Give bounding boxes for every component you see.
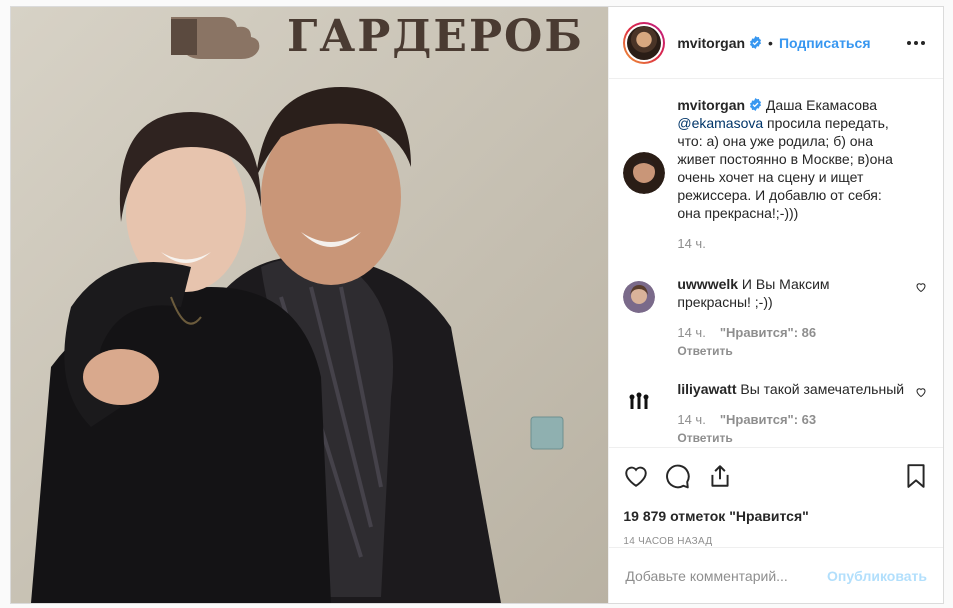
comment-reply-button[interactable]: Ответить [677,431,905,445]
caption-username[interactable]: mvitorgan [677,97,745,113]
comment-body: uwwwelk И Вы Максим прекрасны! ;-)) 14 ч… [677,275,927,358]
comment-username[interactable]: liliyawatt [677,381,736,397]
caption-text-start: Даша Екамасова [762,97,878,113]
follow-button[interactable]: Подписаться [779,35,871,51]
bookmark-icon[interactable] [903,463,929,489]
comment-reply-button[interactable]: Ответить [677,344,905,358]
post-header: mvitorgan • Подписаться [609,7,943,79]
comment-avatar[interactable] [623,386,656,418]
comment-message: Вы такой замечательный [736,381,905,397]
post-timestamp[interactable]: 14 часов назад [623,536,929,547]
author-avatar[interactable] [623,21,666,64]
more-options-icon[interactable] [905,32,927,54]
post-card: ГАРДЕРОБ mvitorgan • Подписаться mvitorg [10,6,944,604]
comment-likes[interactable]: "Нравится": 86 [720,325,816,340]
caption-mention-link[interactable]: @ekamasova [677,115,763,131]
comment-body: liliyawatt Вы такой замечательный 14 ч. … [677,380,927,445]
comment-likes[interactable]: "Нравится": 63 [720,412,816,427]
caption-body: mvitorgan Даша Екамасова @ekamasova прос… [677,96,927,251]
comment-item: uwwwelk И Вы Максим прекрасны! ;-)) 14 ч… [623,275,927,358]
author-username[interactable]: mvitorgan [677,35,745,51]
caption-time[interactable]: 14 ч. [677,236,705,251]
comment-item: liliyawatt Вы такой замечательный 14 ч. … [623,380,927,445]
caption-meta: 14 ч. [677,236,905,251]
comments-list[interactable]: mvitorgan Даша Екамасова @ekamasova прос… [609,80,943,446]
photo-scene [11,7,609,603]
heart-icon[interactable] [623,463,649,489]
post-side-panel: mvitorgan • Подписаться mvitorgan Даша Е… [608,7,943,603]
caption: mvitorgan Даша Екамасова @ekamasova прос… [623,96,927,251]
post-actions: 19 879 отметок "Нравится" 14 часов назад [609,447,943,547]
add-comment-form: Опубликовать [609,547,943,603]
caption-text: mvitorgan Даша Екамасова @ekamasova прос… [677,96,905,222]
action-icons [623,460,929,492]
comment-time[interactable]: 14 ч. [677,412,705,427]
comment-username[interactable]: uwwwelk [677,276,738,292]
wardrobe-sign-text: ГАРДЕРОБ [287,11,584,62]
share-icon[interactable] [707,463,733,489]
publish-button[interactable]: Опубликовать [827,568,927,584]
verified-badge-icon [749,36,762,49]
comment-meta: 14 ч. "Нравится": 86 [677,325,905,340]
comment-input[interactable] [625,567,828,584]
comment-meta: 14 ч. "Нравится": 63 [677,412,905,427]
header-separator: • [768,34,773,51]
comment-text: liliyawatt Вы такой замечательный [677,380,905,398]
likes-count[interactable]: 19 879 отметок "Нравится" [623,508,929,524]
comment-icon[interactable] [665,463,691,489]
comment-time[interactable]: 14 ч. [677,325,705,340]
comment-avatar[interactable] [623,281,656,313]
comment-text: uwwwelk И Вы Максим прекрасны! ;-)) [677,275,905,311]
caption-avatar[interactable] [623,152,666,194]
comment-like-heart-icon[interactable] [915,281,927,293]
comment-like-heart-icon[interactable] [915,386,927,398]
post-photo[interactable]: ГАРДЕРОБ [11,7,609,603]
caption-verified-badge-icon [749,98,762,111]
